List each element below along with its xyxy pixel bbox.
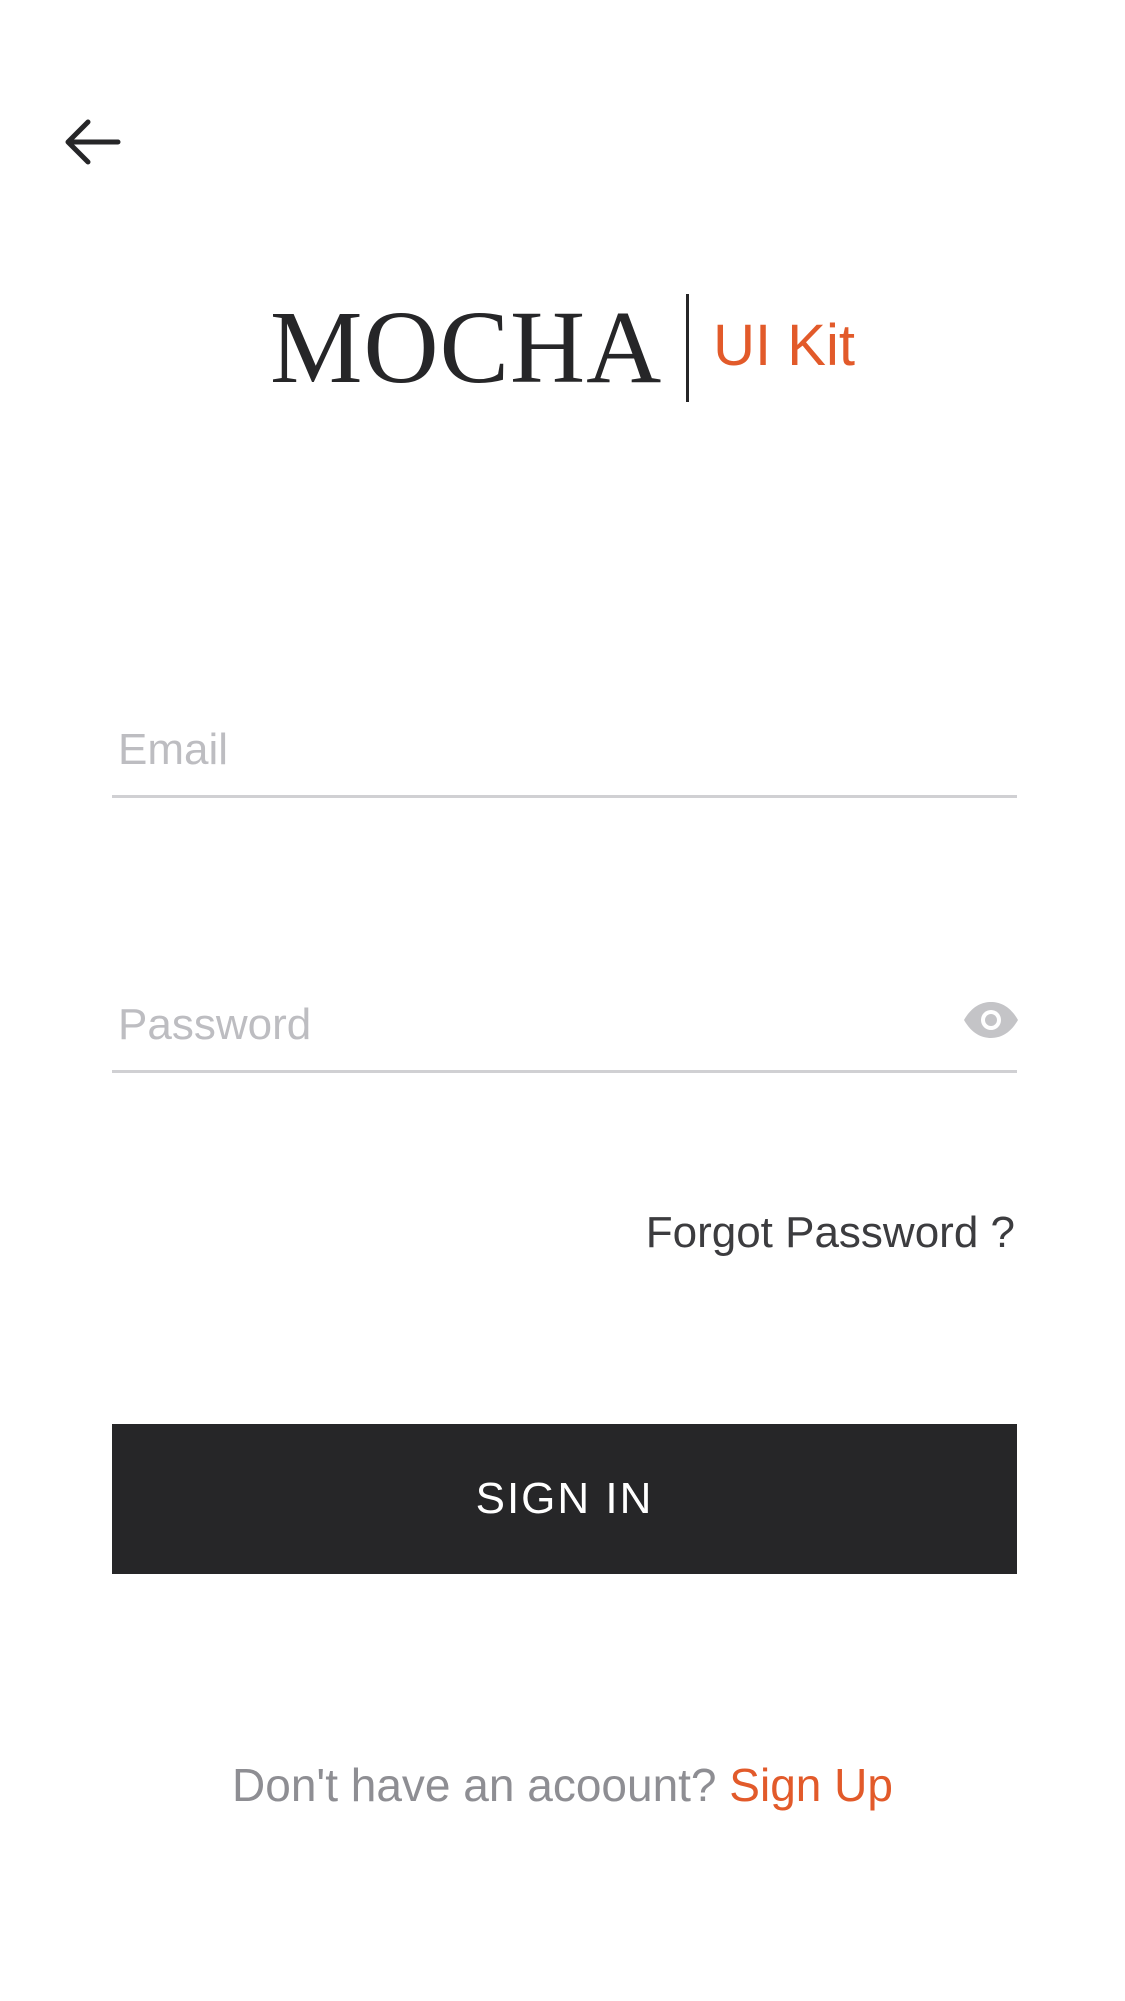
show-password-toggle[interactable] (959, 998, 1023, 1046)
eye-icon (962, 1000, 1020, 1045)
sign-up-link[interactable]: Sign Up (729, 1759, 893, 1811)
sign-in-button[interactable]: SIGN IN (112, 1424, 1017, 1574)
email-field-wrapper (112, 705, 1017, 798)
logo-subtitle: UI Kit (713, 313, 855, 378)
back-button[interactable] (56, 106, 128, 178)
password-field-wrapper (112, 980, 1018, 1073)
app-logo: MOCHA UI Kit (0, 288, 1125, 408)
sign-in-screen: MOCHA UI Kit Forgot Password ? SIGN IN D… (0, 0, 1125, 2001)
signup-prompt-line: Don't have an acoount? Sign Up (0, 1758, 1125, 1812)
signup-prompt-text: Don't have an acoount? (232, 1759, 730, 1811)
password-input[interactable] (112, 980, 1017, 1070)
arrow-left-icon (62, 117, 122, 167)
logo-wordmark: MOCHA (270, 290, 663, 405)
logo-divider (686, 294, 690, 402)
forgot-password-link[interactable]: Forgot Password ? (646, 1208, 1015, 1258)
email-input[interactable] (112, 705, 1017, 795)
